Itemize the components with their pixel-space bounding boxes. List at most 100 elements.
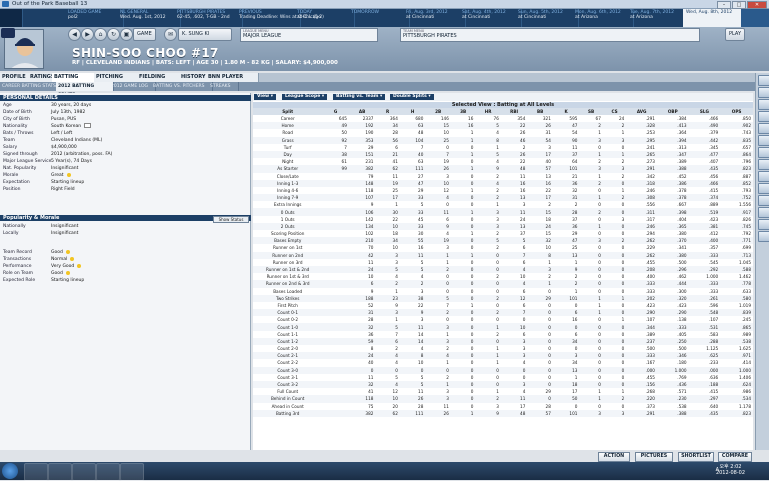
double-splits-dropdown[interactable]: Double Splits — [390, 94, 434, 100]
settings-icon[interactable] — [758, 195, 769, 206]
table-row[interactable]: Bases Empty 210 34 55 19 0 5 5 32 47 3 2.262.370.40… — [253, 237, 753, 245]
news-icon[interactable] — [758, 123, 769, 134]
action-button[interactable]: ACTION — [598, 452, 630, 462]
column-header[interactable]: 2B — [425, 108, 451, 115]
table-row[interactable]: Extra Innings 9 1 5 0 0 1 3 2 2 0 0 .556 .667 .889 1.55… — [253, 201, 753, 208]
scout-icon[interactable] — [758, 159, 769, 170]
date-cell[interactable]: NL GENERAL Wed. Aug. 1st, 2012 — [117, 9, 181, 29]
today-cell[interactable]: TODAY at Chicago — [294, 9, 355, 29]
table-row[interactable]: Count 1-1 36 7 14 1 0 2 6 0 6 0 0 .389 .405 .583 .989 — [253, 331, 753, 338]
tab-bnn-player-page[interactable]: BNN PLAYER PAGE — [206, 73, 259, 89]
tab-2012-batting-splits[interactable]: 2012 BATTING SPLITS — [56, 82, 114, 98]
league-menu[interactable]: LEAGUE MENU MAJOR LEAGUE — [240, 28, 378, 42]
tab-batting-vs-pitchers[interactable]: BATTING VS. PITCHERS — [151, 82, 213, 91]
roster-icon[interactable] — [758, 171, 769, 182]
people-icon[interactable] — [758, 135, 769, 146]
refresh-icon[interactable]: ↻ — [107, 28, 120, 41]
media-player-icon[interactable] — [72, 463, 96, 481]
table-row[interactable]: Day 38 151 21 40 7 1 5 26 17 37 1 1.265.347.477.864 — [253, 150, 753, 159]
table-row[interactable]: As Starter 99 382 62 111 26 1 9 48 57 101 3 3.291.38… — [253, 165, 753, 173]
table-row[interactable]: Count 1-0 32 5 11 3 0 1 10 0 0 0 0.344.333.531.865 — [253, 323, 753, 331]
tab-pitching-stats[interactable]: PITCHING STATS — [94, 73, 142, 89]
tab-fielding-stats[interactable]: FIELDING STATS — [137, 73, 184, 89]
column-header[interactable]: 3B — [450, 108, 476, 115]
column-header[interactable]: AVG — [626, 108, 657, 115]
pictures-button[interactable]: PICTURES — [635, 452, 673, 462]
maximize-button[interactable]: □ — [732, 1, 746, 9]
column-header[interactable]: R — [375, 108, 400, 115]
tomorrow-cell[interactable]: TOMORROW — [348, 9, 410, 29]
forward-icon[interactable]: ▶ — [81, 28, 94, 41]
home-icon[interactable] — [758, 207, 769, 218]
column-header[interactable]: RBI — [500, 108, 528, 115]
table-row[interactable]: Two Strikes 188 23 38 5 0 2 12 29 101 1 1.202.320.2… — [253, 294, 753, 302]
home-icon[interactable]: ⌂ — [94, 28, 107, 41]
table-row[interactable]: Road 50 190 28 48 10 1 4 26 31 54 1 1 .253 .364 .379 .74… — [253, 129, 753, 136]
ottp-taskbar-icon[interactable] — [120, 463, 144, 481]
table-row[interactable]: Runner on 3rd 11 3 5 1 0 0 6 1 1 0 0.455.500.545 1.0… — [253, 259, 753, 266]
finance-icon[interactable] — [758, 147, 769, 158]
show-status-button[interactable]: Show Status — [213, 216, 249, 223]
table-row[interactable]: Count 2-2 40 4 10 1 0 1 4 0 34 0 0.167.180.233.414 — [253, 359, 753, 366]
table-row[interactable]: Inning 4-6 118 25 29 12 1 2 16 22 32 0 1.246.378.41… — [253, 187, 753, 194]
tab-batting-stats[interactable]: BATTING STATS — [52, 73, 99, 89]
column-header[interactable]: SLG — [688, 108, 721, 115]
trade-icon[interactable] — [758, 231, 769, 242]
table-row[interactable]: Runner on 2nd & 3rd 6 2 2 0 0 0 4 1 2 0 0.333.444.3… — [253, 280, 753, 288]
view-dropdown[interactable]: View — [254, 94, 276, 100]
column-header[interactable]: OBP — [656, 108, 689, 115]
compare-button[interactable]: COMPARE — [718, 452, 752, 462]
table-row[interactable]: Runner on 1st & 2nd 24 5 5 2 0 0 4 3 9 0 0.208.296.… — [253, 265, 753, 274]
table-row[interactable]: Night 61 231 41 63 19 0 4 22 40 64 2 2.273.389.407.7… — [253, 158, 753, 165]
column-header[interactable]: SB — [579, 108, 603, 115]
game-taskbar-icon[interactable] — [96, 463, 120, 481]
table-row[interactable]: Scoring Position 102 18 30 4 1 2 37 15 29 0 0 .294 .3… — [253, 230, 753, 237]
table-row[interactable]: Home 49 192 34 63 15 16 5 22 26 47 2 2.328.413.490.9… — [253, 122, 753, 130]
loaded-game-cell[interactable]: LOADED GAME pol2 — [65, 9, 124, 29]
table-row[interactable]: Grass 92 353 56 104 25 1 8 46 54 90 3 3.295.394.442.… — [253, 136, 753, 144]
manager-button[interactable]: K. SUNG KI — [178, 28, 232, 41]
previous-cell[interactable]: PREVIOUS Trading Deadline: Wins at CHC L … — [236, 9, 324, 29]
back-icon[interactable]: ◀ — [68, 28, 81, 41]
table-row[interactable]: Inning 1-3 148 19 47 10 0 4 16 16 36 2 0.318.386.46… — [253, 179, 753, 187]
table-row[interactable]: 0 Outs 106 30 33 11 1 3 11 15 28 2 0.311.398.519.91… — [253, 208, 753, 216]
minimize-button[interactable]: – — [717, 1, 731, 9]
schedule-cell-sat[interactable]: Sat, Aug. 4th, 2012 at Cincinnati — [459, 9, 522, 29]
table-row[interactable]: Inning 7-9 107 17 33 4 0 2 13 17 31 1 2.308.378.374… — [253, 194, 753, 202]
table-row[interactable]: Count 2-0 8 2 4 2 0 1 3 0 0 0 0 .500 .500 1.125 1.625 — [253, 345, 753, 352]
table-row[interactable]: Turf 7 29 6 7 0 0 1 2 3 11 0 0 .241 .313 .345 .657 — [253, 144, 753, 151]
column-header[interactable]: AB — [348, 108, 376, 115]
column-header[interactable]: Split — [253, 108, 323, 115]
table-row[interactable]: Runner on 1st 70 10 16 3 0 2 6 10 25 0 0 .229 .341 .35… — [253, 244, 753, 251]
table-row[interactable]: Runner on 1st & 3rd 10 4 4 0 0 2 10 2 2 0 0 .400 .462… — [253, 273, 753, 280]
mail-icon[interactable]: ✉ — [164, 28, 177, 41]
table-row[interactable]: Ahead in Count 75 20 28 11 0 3 17 28 0 0 0 .373 .538.… — [253, 403, 753, 410]
tab-career-batting-stats[interactable]: CAREER BATTING STATS — [0, 82, 61, 91]
tab-streaks[interactable]: STREAKS — [208, 82, 239, 91]
batting-vs-team-dropdown[interactable]: Batting vs. Team — [333, 94, 386, 100]
column-header[interactable]: H — [399, 108, 426, 115]
schedule-cell-sun[interactable]: Sun, Aug. 5th, 2012 at Cincinnati — [515, 9, 579, 29]
table-row[interactable]: 1 Outs 142 22 45 6 0 3 24 18 37 0 3 .317 .404 .423 .826 — [253, 216, 753, 223]
save-icon[interactable]: ▣ — [120, 28, 133, 41]
table-row[interactable]: Close/Late 79 11 27 3 0 2 11 13 21 1 2.342.452.456.… — [253, 173, 753, 180]
table-row[interactable]: Count 1-2 59 6 14 3 0 0 3 0 34 0 0.237.250.288.538 — [253, 337, 753, 345]
table-row[interactable]: Batting 3rd 382 62 111 26 1 9 48 57 101 3 3.291.388… — [253, 409, 753, 417]
chart-icon[interactable] — [758, 99, 769, 110]
explorer-icon[interactable] — [48, 463, 72, 481]
schedule-cell-mon[interactable]: Mon, Aug. 6th, 2012 at Arizona — [572, 9, 634, 29]
column-header[interactable]: OPS — [720, 108, 753, 115]
table-row[interactable]: Behind in Count 118 10 26 3 0 2 11 0 50 1 2.220.230… — [253, 395, 753, 403]
table-row[interactable]: Count 0-2 28 1 3 0 0 0 0 0 16 0 1 .107 .138 .107 .245 — [253, 316, 753, 323]
table-row[interactable]: Count 2-1 24 4 8 4 0 1 3 0 3 0 0.333.346.625.971 — [253, 352, 753, 360]
league-icon[interactable] — [758, 219, 769, 230]
column-header[interactable]: BB — [527, 108, 553, 115]
team-record-cell[interactable]: PITTSBURGH PIRATES 62-45, .602, T-GB - 2n… — [174, 9, 243, 29]
schedule-cell-fri[interactable]: Fri, Aug. 3rd, 2012 at Cincinnati — [403, 9, 466, 29]
table-row[interactable]: Count 3-1 11 5 5 2 0 0 0 0 1 0 0 .455 .769 .636 1.406 — [253, 374, 753, 381]
topbar-nav[interactable] — [741, 9, 769, 29]
trophy-icon[interactable] — [758, 87, 769, 98]
column-header[interactable]: K — [552, 108, 580, 115]
column-header[interactable]: G — [322, 108, 349, 115]
ie-icon[interactable] — [24, 463, 48, 481]
